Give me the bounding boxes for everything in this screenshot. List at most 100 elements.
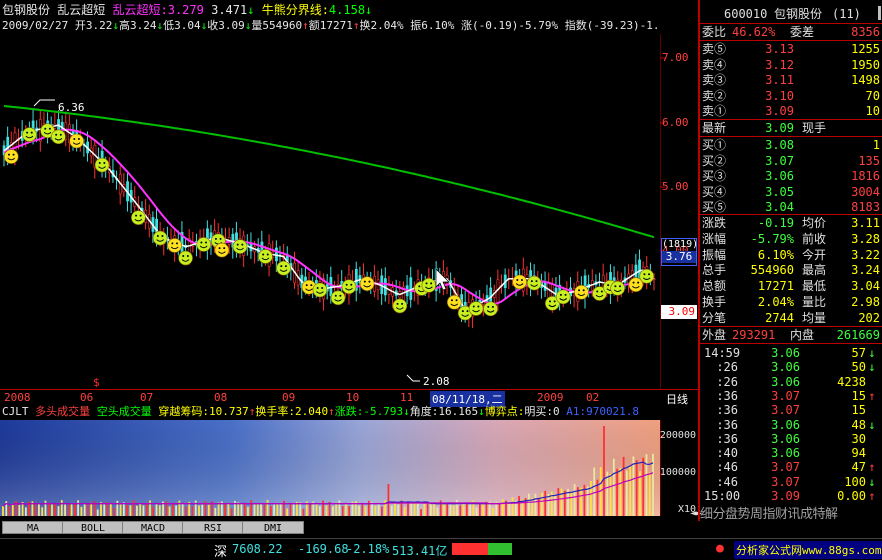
smiley-signal-icon	[446, 294, 462, 310]
volume-arrow: ↑	[302, 19, 309, 32]
smiley-signal-icon	[232, 239, 248, 254]
bid-label: 买①	[702, 138, 727, 152]
stat-row: 总额 17271 最低 3.04	[702, 278, 880, 294]
indicator-code[interactable]: CJLT	[2, 405, 29, 418]
ask-volume: 70	[865, 88, 880, 103]
long-volume-label: 多头成交量	[35, 405, 91, 418]
volume-bar	[563, 490, 566, 516]
breadth-up-fill	[452, 543, 488, 555]
stat-key: 涨跌	[702, 216, 727, 230]
volume-bar	[132, 500, 135, 516]
volume-bar	[247, 506, 249, 516]
market-amount: 513.41亿	[392, 544, 448, 558]
volume-tick: 100000	[659, 467, 696, 478]
ask-label: 卖①	[702, 104, 727, 119]
indicator-title: CJLT 多头成交量 空头成交量 穿越筹码:10.737↑换手率:2.040↑涨…	[2, 404, 639, 420]
volume-bar	[286, 508, 289, 516]
volume-bar	[573, 484, 576, 516]
stat-row: 分笔 2744 均量 202	[702, 310, 880, 326]
volume-bar	[240, 503, 243, 516]
volume-bar	[508, 503, 511, 516]
smiley-signal-icon	[22, 127, 37, 142]
volume-bar	[390, 505, 393, 516]
volume-bar	[273, 504, 276, 516]
volume-bar	[590, 481, 592, 516]
ask-volume: 10	[865, 104, 880, 119]
volume-bar	[54, 503, 57, 516]
volume-bar	[423, 501, 426, 516]
volume-bar	[429, 503, 432, 516]
tab-rsi[interactable]: RSI	[182, 521, 244, 534]
diff-label: 委差	[790, 25, 815, 39]
volume-bar	[67, 504, 70, 516]
smiley-signal-icon	[574, 284, 589, 300]
game-point-label: 博弈点:	[484, 405, 525, 418]
indicator-name[interactable]: 乱云超短	[57, 3, 105, 17]
smiley-signal-icon	[196, 237, 212, 252]
volume-bar	[185, 506, 187, 516]
date-tick: 07	[140, 391, 154, 404]
stat-value: 2744	[765, 310, 794, 325]
smiley-signal-icon	[555, 289, 571, 305]
ratio-value: 46.62%	[732, 25, 776, 39]
indicator-tabs: MA BOLL MACD RSI DMI	[0, 521, 698, 535]
volume-bar	[518, 496, 520, 516]
volume-bar	[175, 505, 178, 516]
period-selector[interactable]: 日线	[666, 391, 688, 407]
ask-label: 卖⑤	[702, 42, 727, 56]
indicator-arrow: ↓	[247, 3, 255, 17]
tab-macd[interactable]: MACD	[122, 521, 184, 534]
price-chart[interactable]: 6.36 2.08	[0, 34, 660, 389]
volume-bar	[449, 504, 452, 516]
stat-key-2: 前收	[802, 231, 827, 246]
volume-bar	[80, 506, 83, 516]
smiley-signal-icon	[359, 276, 375, 291]
hand-label: 现手	[802, 121, 827, 135]
stock-name-panel: 包钢股份	[774, 7, 823, 21]
volume-bar	[60, 500, 63, 516]
alert-icon[interactable]: ●	[716, 541, 724, 556]
ask-row: 卖② 3.10 70	[702, 88, 880, 104]
boundary-value: 4.158	[328, 3, 366, 17]
smiley-signal-icon	[178, 250, 193, 266]
volume-bar	[243, 504, 246, 516]
chart-header: 包钢股份 乱云超短 乱云超短:3.279 3.471↓ 牛熊分界线:4.158↓	[2, 2, 372, 18]
volume-bar	[403, 506, 406, 516]
scroll-handle[interactable]	[878, 6, 881, 20]
bid-label: 买⑤	[702, 200, 727, 215]
volume-bar	[181, 503, 184, 516]
bid-price: 3.06	[765, 169, 794, 184]
tab-dmi[interactable]: DMI	[242, 521, 304, 534]
volume-bar	[609, 473, 612, 516]
volume-bar	[570, 491, 573, 516]
tab-ma[interactable]: MA	[2, 521, 64, 534]
date-tick: 02	[586, 391, 600, 404]
market-pct: -2.18%	[346, 542, 390, 556]
stat-key: 分笔	[702, 310, 727, 325]
low-label: 低3.04	[163, 19, 201, 32]
bid-row: 买③ 3.06 1816	[702, 168, 880, 184]
volume-axis: 200000 100000 X10	[660, 420, 698, 516]
low-price-label: 2.08	[423, 375, 450, 388]
volume-bar	[622, 456, 625, 516]
volume-bar	[155, 503, 158, 516]
price-tick-7: 7.00	[662, 51, 689, 64]
volume-bar	[237, 502, 240, 516]
tab-boll[interactable]: BOLL	[62, 521, 124, 534]
function-keys[interactable]: 细分盘势周指财讯成特解	[700, 503, 838, 522]
stat-value-2: 3.28	[851, 231, 880, 246]
smiley-signal-icon	[512, 274, 527, 290]
volume-bar	[191, 506, 194, 516]
date-axis: 2008 06 07 08 09 10 11 08/11/18,二 2009 0…	[0, 376, 698, 407]
smiley-signal-icon	[468, 301, 484, 316]
order-ratio-row: 委比 46.62% 委差 8356	[702, 24, 880, 40]
volume-bar	[315, 504, 318, 516]
volume-bar	[136, 505, 138, 516]
volume-bar	[41, 507, 44, 516]
stat-value: -0.19	[757, 216, 794, 230]
volume-chart[interactable]	[0, 420, 660, 516]
latest-value: 3.09	[765, 121, 794, 135]
stat-value: 554960	[750, 263, 794, 278]
volume-bar	[380, 506, 383, 516]
indicator-value-1: 3.279	[167, 3, 204, 17]
